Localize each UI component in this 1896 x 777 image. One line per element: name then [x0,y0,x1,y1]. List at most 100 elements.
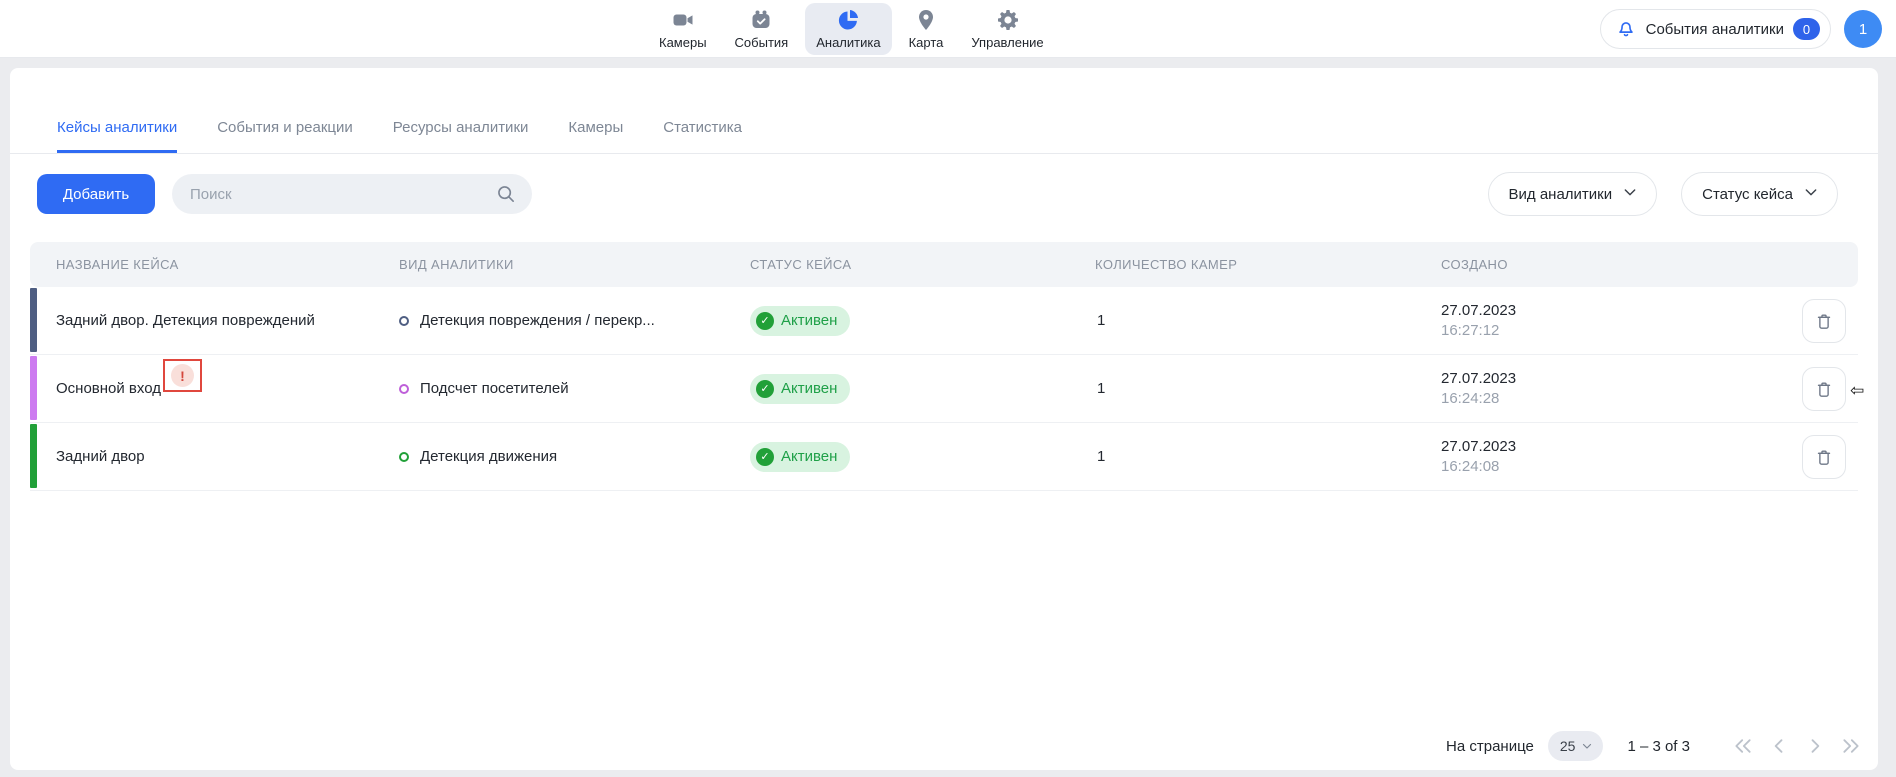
created-time: 16:27:12 [1441,321,1731,341]
events-count-badge: 0 [1793,18,1820,40]
camera-count: 1 [1095,448,1441,465]
chevron-down-icon [1803,184,1819,204]
nav-item-label: События [735,35,789,50]
per-page-select[interactable]: 25 [1548,731,1604,761]
nav-item-map[interactable]: Карта [898,3,955,55]
analytics-type-label: Подсчет посетителей [420,380,569,397]
analytics-type-dot [399,384,409,394]
chevron-down-icon [1581,740,1593,752]
nav-item-label: Аналитика [816,35,880,50]
avatar[interactable]: 1 [1844,10,1882,48]
per-page-value: 25 [1560,738,1576,754]
delete-case-button[interactable] [1802,435,1846,479]
analytics-events-label: События аналитики [1646,21,1784,38]
analytics-type-dot [399,316,409,326]
row-color-bar [30,356,37,420]
case-name: Задний двор. Детекция повреждений [56,312,315,329]
tab-events-reactions[interactable]: События и реакции [217,119,353,153]
created-time: 16:24:08 [1441,457,1731,477]
case-name: Задний двор [56,448,145,465]
chevron-down-icon [1622,184,1638,204]
analytics-type-dot [399,452,409,462]
created-date: 27.07.2023 [1441,301,1731,321]
search-input[interactable] [172,174,532,214]
row-color-bar [30,288,37,352]
next-page-button[interactable] [1804,735,1826,757]
first-page-button[interactable] [1732,735,1754,757]
video-camera-icon [671,8,695,32]
main-nav: Камеры События Аналитика Карта [648,3,1055,55]
pagination-bar: На странице 25 1 – 3 of 3 [10,728,1862,764]
camera-count: 1 [1095,380,1441,397]
status-badge: ✓ Активен [750,306,850,336]
col-created: СОЗДАНО [1441,257,1731,272]
nav-item-label: Камеры [659,35,707,50]
table-row[interactable]: Основной вход ! Подсчет посетителей ✓Акт… [30,355,1858,423]
nav-item-label: Карта [909,35,944,50]
page-tabs: Кейсы аналитики События и реакции Ресурс… [10,68,1878,154]
created-cell: 27.07.2023 16:27:12 [1441,301,1731,341]
col-camera-count: КОЛИЧЕСТВО КАМЕР [1095,257,1441,272]
analytics-type-label: Детекция движения [420,448,557,465]
check-circle-icon: ✓ [756,312,774,330]
status-label: Активен [781,448,837,465]
nav-item-management[interactable]: Управление [960,3,1054,55]
created-time: 16:24:28 [1441,389,1731,409]
analytics-type-label: Детекция повреждения / перекр... [420,312,655,329]
per-page-label: На странице [1446,738,1534,755]
per-page-control: На странице 25 [1446,731,1603,761]
delete-case-button[interactable] [1802,299,1846,343]
status-label: Активен [781,380,837,397]
bell-icon [1615,17,1637,42]
delete-case-button[interactable] [1802,367,1846,411]
created-date: 27.07.2023 [1441,369,1731,389]
status-badge: ✓ Активен [750,374,850,404]
check-circle-icon: ✓ [756,448,774,466]
nav-item-label: Управление [971,35,1043,50]
nav-item-events[interactable]: События [724,3,800,55]
trash-icon [1813,378,1835,400]
tab-analytics-resources[interactable]: Ресурсы аналитики [393,119,529,153]
table-row[interactable]: Задний двор Детекция движения ✓ Активен 1… [30,423,1858,491]
tab-cameras[interactable]: Камеры [568,119,623,153]
previous-page-button[interactable] [1768,735,1790,757]
add-button[interactable]: Добавить [37,174,155,214]
toolbar: Добавить Вид аналитики Статус кейса [37,174,1838,214]
created-date: 27.07.2023 [1441,437,1731,457]
camera-count: 1 [1095,312,1441,329]
analytics-type-filter-label: Вид аналитики [1509,186,1613,203]
trash-icon [1813,446,1835,468]
nav-item-cameras[interactable]: Камеры [648,3,718,55]
col-analytics-type: ВИД АНАЛИТИКИ [399,257,750,272]
nav-item-analytics[interactable]: Аналитика [805,3,891,55]
col-case-name: НАЗВАНИЕ КЕЙСА [56,257,399,272]
map-pin-icon [914,8,938,32]
status-label: Активен [781,312,837,329]
app-screen: Камеры События Аналитика Карта [0,0,1896,777]
tab-statistics[interactable]: Статистика [663,119,742,153]
case-status-filter-label: Статус кейса [1702,186,1793,203]
status-badge: ✓ Активен [750,442,850,472]
row-color-bar [30,424,37,488]
search-box [172,174,532,214]
mouse-cursor-arrow: ⇦ [1850,381,1864,401]
check-circle-icon: ✓ [756,380,774,398]
content-card: Кейсы аналитики События и реакции Ресурс… [10,68,1878,770]
top-right-actions: События аналитики 0 1 [1600,9,1882,49]
events-calendar-icon [749,8,773,32]
top-bar: Камеры События Аналитика Карта [0,0,1896,58]
table-header: НАЗВАНИЕ КЕЙСА ВИД АНАЛИТИКИ СТАТУС КЕЙС… [30,242,1858,287]
trash-icon [1813,310,1835,332]
created-cell: 27.07.2023 16:24:28 [1441,369,1731,409]
page-range-label: 1 – 3 of 3 [1627,738,1690,755]
last-page-button[interactable] [1840,735,1862,757]
cases-table: НАЗВАНИЕ КЕЙСА ВИД АНАЛИТИКИ СТАТУС КЕЙС… [30,242,1858,491]
search-icon [495,183,517,210]
case-name: Основной вход [56,380,161,397]
analytics-type-filter[interactable]: Вид аналитики [1488,172,1658,216]
tab-analytics-cases[interactable]: Кейсы аналитики [57,119,177,153]
analytics-events-button[interactable]: События аналитики 0 [1600,9,1831,49]
pie-chart-icon [836,8,860,32]
table-row[interactable]: Задний двор. Детекция повреждений Детекц… [30,287,1858,355]
case-status-filter[interactable]: Статус кейса [1681,172,1838,216]
